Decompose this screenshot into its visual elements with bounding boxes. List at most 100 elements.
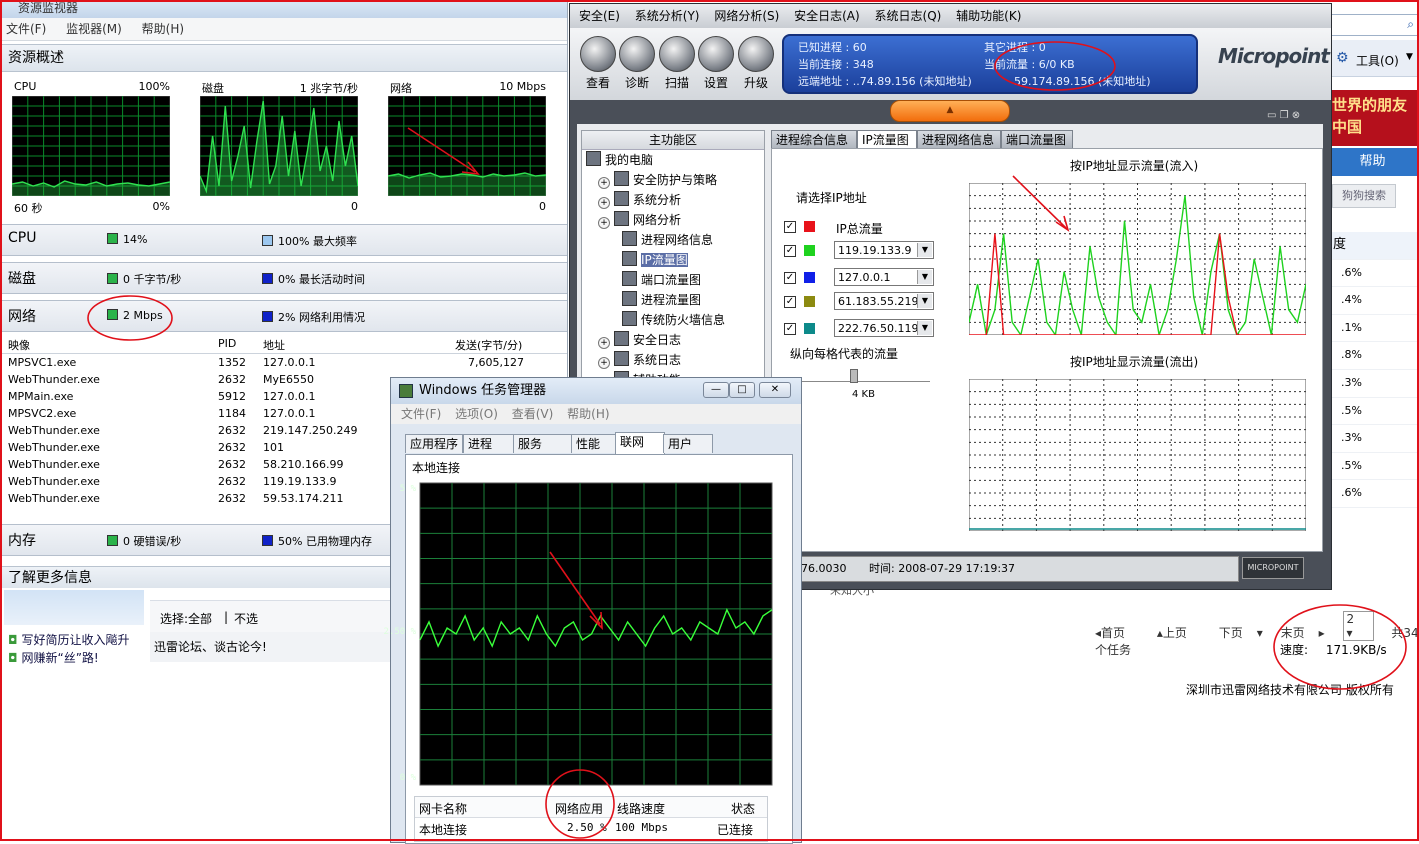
ip-address-select[interactable]: 127.0.0.1▼ [834,268,934,286]
table-row[interactable]: MPSVC1.exe1352127.0.0.17,605,127 [0,354,567,371]
ip-checkbox[interactable]: ✓ [784,323,796,335]
table-row[interactable]: 本地连接 2.50 % 100 Mbps 已连接 [415,818,767,838]
tab-ip-traffic[interactable]: IP流量图 [857,130,917,150]
col-pid[interactable]: PID [218,337,236,350]
ip-checkbox[interactable]: ✓ [784,296,796,308]
scale-slider[interactable] [800,371,930,382]
close-button[interactable]: ✕ [759,382,791,398]
col-utilization[interactable]: 网络应用 [555,800,603,817]
micropoint-button[interactable]: MICROPOINT [1242,557,1304,579]
col-state[interactable]: 状态 [731,800,755,817]
tree-item[interactable]: +网络分析 [582,210,764,230]
view-button[interactable]: 查看 [578,36,618,91]
first-page-link[interactable]: ◂首页 [1095,626,1139,640]
help-button[interactable]: 帮助 [1326,148,1419,176]
disk-summary-bar[interactable]: 磁盘 0 千字节/秒 0% 最长活动时间 [0,262,567,294]
menu-system-log[interactable]: 系统日志(Q) [875,9,942,23]
tree-item[interactable]: +系统分析 [582,190,764,210]
page-select[interactable]: 2 ▾ [1343,611,1374,641]
menu-file[interactable]: 文件(F) [401,407,441,421]
chevron-down-icon[interactable]: ▼ [917,294,932,308]
more-info-link[interactable]: 了解更多信息 [0,566,390,588]
minimize-icon[interactable]: ▭ [1267,110,1276,121]
restore-icon[interactable]: ❐ [1280,110,1289,121]
news-item[interactable]: ◘写好简历让收入飚升 [8,631,130,649]
sogou-search-button[interactable]: 狗狗搜索 [1332,184,1396,208]
menu-view[interactable]: 查看(V) [512,407,554,421]
news-link[interactable]: 写好简历让收入飚升 [22,633,130,647]
tab-process-info[interactable]: 进程综合信息 [771,130,857,150]
tree-item[interactable]: +系统日志 [582,350,764,370]
menu-security[interactable]: 安全(E) [579,9,620,23]
close-icon[interactable]: ⊗ [1292,110,1300,121]
chevron-down-icon[interactable]: ▼ [917,270,932,284]
tab-services[interactable]: 服务 [513,434,573,453]
minimize-button[interactable]: — [703,382,729,398]
select-all-link[interactable]: 选择:全部 [160,610,212,627]
news-item[interactable]: ◘网赚新“丝”路! [8,649,130,667]
slider-thumb[interactable] [850,369,858,383]
menu-monitor[interactable]: 监视器(M) [66,22,122,36]
chevron-down-icon[interactable]: ▼ [1406,52,1413,62]
tab-applications[interactable]: 应用程序 [405,434,463,453]
collapse-toggle[interactable]: ▲ [890,100,1010,122]
tab-users[interactable]: 用户 [663,434,713,453]
tree-item[interactable]: +安全日志 [582,330,764,350]
settings-button[interactable]: 设置 [696,36,736,91]
gear-icon[interactable]: ⚙ [1336,50,1349,66]
upgrade-button[interactable]: 升级 [736,36,776,91]
advertisement-image[interactable] [4,585,144,625]
col-adapter-name[interactable]: 网卡名称 [419,800,467,817]
tab-networking[interactable]: 联网 [615,432,665,454]
col-link-speed[interactable]: 线路速度 [617,800,665,817]
ip-checkbox[interactable]: ✓ [784,245,796,257]
ip-checkbox[interactable]: ✓ [784,221,796,233]
tree-item[interactable]: 端口流量图 [582,270,764,290]
tree-item[interactable]: 进程网络信息 [582,230,764,250]
forum-link[interactable]: 迅雷论坛、谈古论今! [150,632,390,662]
expand-icon[interactable]: + [598,337,610,349]
overview-header[interactable]: 资源概述 [0,44,567,72]
menu-security-log[interactable]: 安全日志(A) [794,9,860,23]
prev-page-link[interactable]: ▴上页 [1157,626,1201,640]
promo-banner[interactable]: 世界的朋友 中国 [1326,90,1419,146]
chevron-down-icon[interactable]: ▼ [917,243,932,257]
news-link[interactable]: 网赚新“丝”路! [22,651,99,665]
expand-icon[interactable]: + [598,197,610,209]
tree-item[interactable]: +安全防护与策略 [582,170,764,190]
menu-options[interactable]: 选项(O) [455,407,498,421]
tools-menu[interactable]: 工具(O) [1356,52,1399,69]
select-none-link[interactable]: 不选 [234,610,258,627]
ip-address-select[interactable]: 222.76.50.119▼ [834,319,934,337]
browser-search-box[interactable]: ⌕ [1326,14,1419,36]
tab-process-network[interactable]: 进程网络信息 [917,130,1001,150]
menu-help[interactable]: 帮助(H) [567,407,609,421]
ip-address-select[interactable]: 119.19.133.9▼ [834,241,934,259]
task-manager-titlebar[interactable]: Windows 任务管理器 — □ ✕ [391,378,801,404]
scan-button[interactable]: 扫描 [657,36,697,91]
network-summary-bar[interactable]: 网络 2 Mbps 2% 网络利用情况 [0,300,567,332]
tree-item[interactable]: 我的电脑 [582,150,764,170]
col-sent[interactable]: 发送(字节/分) [455,337,522,353]
tree-item[interactable]: 进程流量图 [582,290,764,310]
cpu-summary-bar[interactable]: CPU 14% 100% 最大频率 [0,224,567,256]
ip-checkbox[interactable]: ✓ [784,272,796,284]
next-page-link[interactable]: 下页▾ [1219,626,1263,640]
tab-processes[interactable]: 进程 [463,434,515,453]
maximize-button[interactable]: □ [729,382,755,398]
tree-item[interactable]: IP流量图 [582,250,764,270]
tab-port-traffic[interactable]: 端口流量图 [1001,130,1073,150]
menu-file[interactable]: 文件(F) [6,22,46,36]
menu-aux[interactable]: 辅助功能(K) [956,9,1021,23]
diagnose-button[interactable]: 诊断 [617,36,657,91]
menu-network-analysis[interactable]: 网络分析(S) [714,9,779,23]
expand-icon[interactable]: + [598,177,610,189]
search-icon[interactable]: ⌕ [1407,17,1414,32]
tab-performance[interactable]: 性能 [571,434,617,453]
menu-system-analysis[interactable]: 系统分析(Y) [635,9,700,23]
col-image[interactable]: 映像 [8,337,30,353]
resmon-titlebar[interactable]: 资源监视器 [0,0,567,18]
expand-icon[interactable]: + [598,217,610,229]
ip-address-select[interactable]: 61.183.55.219▼ [834,292,934,310]
chevron-down-icon[interactable]: ▼ [917,321,932,335]
